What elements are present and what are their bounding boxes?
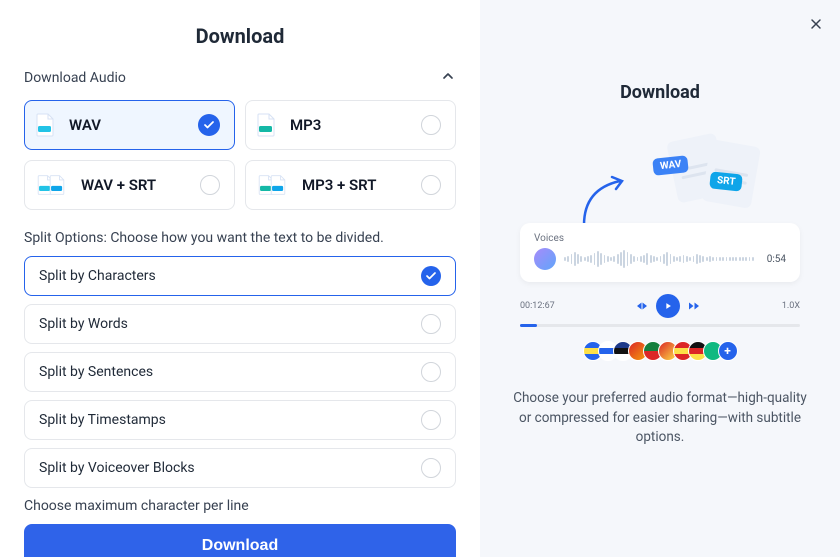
format-label: WAV + SRT (81, 176, 156, 194)
radio-checked-icon (198, 114, 220, 136)
format-label: MP3 (290, 116, 321, 134)
split-option-label: Split by Characters (39, 268, 156, 284)
progress-bar[interactable] (520, 324, 800, 327)
format-label: MP3 + SRT (302, 176, 376, 194)
split-option-timestamps[interactable]: Split by Timestamps (24, 400, 456, 440)
preview-description: Choose your preferred audio format—high-… (512, 389, 808, 448)
file-icon (256, 173, 288, 197)
split-option-words[interactable]: Split by Words (24, 304, 456, 344)
more-languages-button[interactable]: + (718, 341, 738, 361)
split-option-chars[interactable]: Split by Characters (24, 256, 456, 296)
play-icon (663, 301, 673, 311)
split-option-label: Split by Sentences (39, 364, 153, 380)
radio-unchecked-icon (421, 362, 441, 382)
voices-label: Voices (534, 233, 786, 244)
max-chars-hint: Choose maximum character per line (24, 498, 456, 514)
split-options-list: Split by Characters Split by Words Split b… (24, 256, 456, 488)
split-option-label: Split by Words (39, 316, 128, 332)
voice-duration: 0:54 (767, 254, 786, 265)
wav-badge: WAV (652, 155, 689, 176)
preview-title: Download (620, 82, 700, 103)
close-icon (808, 16, 824, 32)
chevron-up-icon (440, 68, 456, 88)
format-option-wav[interactable]: WAV (24, 100, 235, 150)
voice-preview-card: Voices 0:54 (520, 223, 800, 282)
preview-illustration: WAV SRT Voices 0:54 00:12:67 (520, 133, 800, 361)
page-title: Download (24, 24, 456, 48)
radio-unchecked-icon (200, 175, 220, 195)
radio-unchecked-icon (421, 458, 441, 478)
forward-icon[interactable] (688, 300, 700, 312)
file-icon (35, 173, 67, 197)
documents-illustration: WAV SRT (520, 133, 800, 223)
download-audio-label: Download Audio (24, 70, 126, 86)
file-icon (256, 113, 276, 137)
format-option-mp3_srt[interactable]: MP3 + SRT (245, 160, 456, 210)
play-button[interactable] (656, 294, 680, 318)
waveform-icon (564, 249, 759, 269)
player-speed: 1.0X (782, 301, 800, 311)
voice-avatar (534, 248, 556, 270)
close-button[interactable] (804, 12, 828, 36)
split-options-description: Split Options: Choose how you want the t… (24, 230, 456, 246)
format-option-mp3[interactable]: MP3 (245, 100, 456, 150)
language-flags: + (520, 341, 800, 361)
split-option-label: Split by Voiceover Blocks (39, 460, 195, 476)
srt-badge: SRT (709, 171, 743, 191)
player-elapsed-time: 00:12:67 (520, 301, 555, 311)
download-audio-section-toggle[interactable]: Download Audio (24, 68, 456, 88)
download-button[interactable]: Download (24, 524, 456, 557)
radio-checked-icon (421, 266, 441, 286)
split-option-sentences[interactable]: Split by Sentences (24, 352, 456, 392)
split-option-label: Split by Timestamps (39, 412, 166, 428)
radio-unchecked-icon (421, 115, 441, 135)
radio-unchecked-icon (421, 410, 441, 430)
radio-unchecked-icon (421, 314, 441, 334)
radio-unchecked-icon (421, 175, 441, 195)
format-label: WAV (69, 116, 101, 134)
format-option-wav_srt[interactable]: WAV + SRT (24, 160, 235, 210)
rewind-icon[interactable] (636, 300, 648, 312)
player-controls: 00:12:67 1.0X (520, 294, 800, 318)
file-icon (35, 113, 55, 137)
preview-panel: Download WAV SRT Voices 0:54 00:12:67 (480, 0, 840, 557)
progress-fill (520, 324, 537, 327)
download-form-panel: Download Download Audio WAV MP3 WAV + SRT M… (0, 0, 480, 557)
split-option-blocks[interactable]: Split by Voiceover Blocks (24, 448, 456, 488)
format-grid: WAV MP3 WAV + SRT MP3 + SRT (24, 100, 456, 210)
